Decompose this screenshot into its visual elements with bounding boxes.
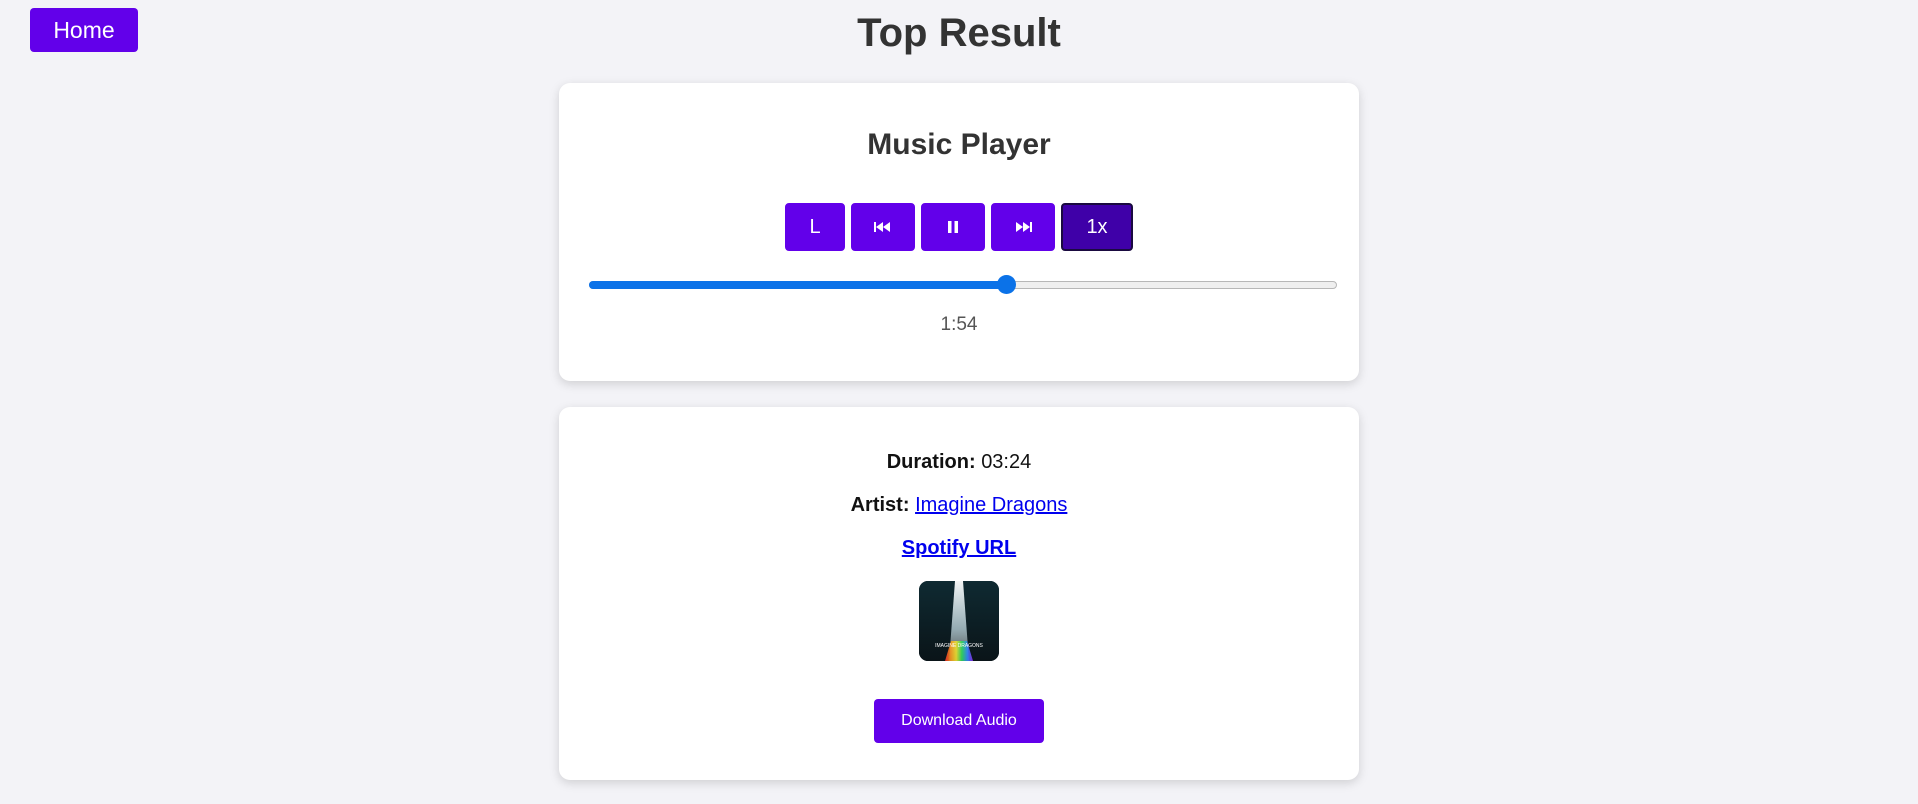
album-art: IMAGINE DRAGONS bbox=[919, 581, 999, 661]
playback-speed-button[interactable]: 1x bbox=[1061, 203, 1133, 251]
spotify-line: Spotify URL bbox=[559, 537, 1359, 560]
previous-track-button[interactable] bbox=[851, 203, 915, 251]
music-player-card: Music Player L 1x 1:54 bbox=[559, 83, 1359, 381]
pause-button[interactable] bbox=[921, 203, 985, 251]
duration-label: Duration: bbox=[886, 451, 976, 473]
player-title: Music Player bbox=[867, 128, 1051, 161]
artist-line: Artist: Imagine Dragons bbox=[559, 494, 1359, 517]
artist-link[interactable]: Imagine Dragons bbox=[915, 494, 1067, 516]
artist-label: Artist: bbox=[850, 494, 910, 516]
download-audio-button[interactable]: Download Audio bbox=[874, 699, 1044, 743]
page-title: Top Result bbox=[857, 11, 1061, 55]
next-track-icon bbox=[1014, 221, 1032, 233]
loop-button[interactable]: L bbox=[785, 203, 845, 251]
duration-line: Duration: 03:24 bbox=[559, 451, 1359, 474]
progress-thumb[interactable] bbox=[996, 275, 1016, 294]
current-time: 1:54 bbox=[940, 314, 978, 335]
progress-fill bbox=[589, 281, 1006, 289]
previous-track-icon bbox=[874, 221, 892, 233]
progress-slider[interactable] bbox=[589, 275, 1337, 294]
next-track-button[interactable] bbox=[991, 203, 1055, 251]
album-art-text: IMAGINE DRAGONS bbox=[935, 643, 983, 649]
spotify-url-link[interactable]: Spotify URL bbox=[902, 537, 1016, 559]
pause-icon bbox=[947, 221, 959, 233]
track-info-card: Duration: 03:24 Artist: Imagine Dragons … bbox=[559, 407, 1359, 780]
album-art-image: IMAGINE DRAGONS bbox=[919, 581, 999, 661]
player-controls: L 1x bbox=[559, 203, 1359, 251]
duration-value: 03:24 bbox=[981, 451, 1032, 473]
